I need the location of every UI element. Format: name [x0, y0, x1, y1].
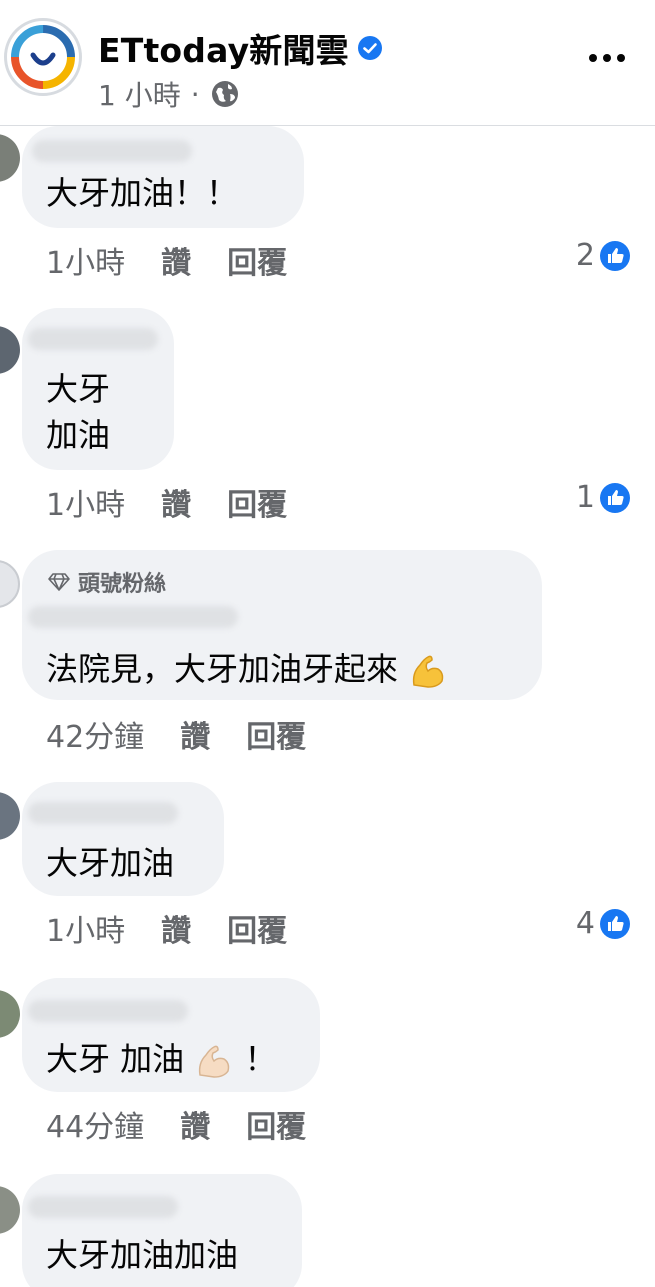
reaction-number: 1: [575, 480, 595, 515]
comment-text: 大牙 加油: [46, 1040, 185, 1078]
comment-bubble: 頭號粉絲 法院見，大牙加油牙起來: [22, 550, 542, 700]
top-fan-badge: 頭號粉絲: [48, 566, 166, 598]
like-button[interactable]: 讚: [161, 480, 191, 524]
comment-item: 大牙 加油 1小時 讚 回覆 1: [0, 308, 655, 528]
comment-bubble: 大牙加油: [22, 782, 224, 896]
comment-actions: 44分鐘 讚 回覆: [46, 1102, 306, 1146]
page-name-text[interactable]: ETtoday新聞雲: [98, 24, 349, 72]
post-meta: 1 小時 ·: [98, 74, 240, 114]
like-button[interactable]: 讚: [180, 1102, 210, 1146]
reply-button[interactable]: 回覆: [246, 1102, 306, 1146]
comment-item: 大牙加油！！ 1小時 讚 回覆 2: [0, 126, 655, 296]
reply-button[interactable]: 回覆: [246, 712, 306, 756]
comment-actions: 1小時 讚 回覆: [46, 906, 287, 950]
like-button[interactable]: 讚: [161, 906, 191, 950]
commenter-avatar[interactable]: [0, 792, 20, 840]
comment-time[interactable]: 44分鐘: [46, 1102, 144, 1146]
comment-time[interactable]: 1小時: [46, 906, 125, 950]
comment-text-row: 法院見，大牙加油牙起來: [46, 646, 448, 692]
reply-button[interactable]: 回覆: [227, 480, 287, 524]
reaction-number: 4: [575, 906, 595, 941]
comment-text: 大牙加油！！: [46, 174, 239, 212]
reaction-number: 2: [575, 238, 595, 273]
post-header: ETtoday新聞雲 1 小時 ·: [0, 0, 655, 126]
commenter-name-redacted[interactable]: [28, 1196, 178, 1218]
comment-item: 大牙加油加油: [0, 1174, 655, 1287]
reaction-count[interactable]: 1: [576, 480, 631, 515]
badge-label: 頭號粉絲: [78, 572, 167, 597]
post-time[interactable]: 1 小時: [98, 74, 181, 114]
comment-time[interactable]: 1小時: [46, 480, 125, 524]
dot-icon: [603, 54, 611, 62]
commenter-avatar[interactable]: [0, 1186, 20, 1234]
comment-text-suffix: ！: [244, 1040, 277, 1078]
reaction-count[interactable]: 2: [576, 238, 631, 273]
comment-item: 大牙 加油 ！ 44分鐘 讚 回覆: [0, 978, 655, 1158]
commenter-avatar[interactable]: [0, 326, 20, 374]
comment-text: 法院見，大牙加油牙起來: [46, 650, 399, 688]
comment-bubble: 大牙加油！！: [22, 126, 304, 228]
page-avatar[interactable]: [4, 18, 82, 96]
comment-item: 大牙加油 1小時 讚 回覆 4: [0, 782, 655, 962]
more-options-button[interactable]: [589, 54, 625, 62]
commenter-name-redacted[interactable]: [28, 802, 178, 824]
comment-time[interactable]: 42分鐘: [46, 712, 144, 756]
like-reaction-icon: [600, 908, 630, 939]
commenter-avatar[interactable]: [0, 560, 20, 608]
comment-actions: 1小時 讚 回覆: [46, 238, 287, 282]
commenter-avatar[interactable]: [0, 134, 20, 182]
comment-time[interactable]: 1小時: [46, 238, 125, 282]
separator-dot: ·: [190, 77, 200, 111]
comment-actions: 42分鐘 讚 回覆: [46, 712, 306, 756]
flexed-biceps-emoji-icon: [413, 655, 444, 688]
reply-button[interactable]: 回覆: [227, 906, 287, 950]
commenter-name-redacted[interactable]: [32, 140, 192, 162]
comment-bubble: 大牙加油加油: [22, 1174, 302, 1287]
comment-actions: 1小時 讚 回覆: [46, 480, 287, 524]
like-button[interactable]: 讚: [180, 712, 210, 756]
like-reaction-icon: [600, 482, 630, 513]
dot-icon: [617, 54, 625, 62]
comment-item: 頭號粉絲 法院見，大牙加油牙起來 42分鐘 讚 回覆: [0, 550, 655, 760]
commenter-name-redacted[interactable]: [28, 328, 158, 350]
reply-button[interactable]: 回覆: [227, 238, 287, 282]
dot-icon: [589, 54, 597, 62]
comment-text: 大牙加油加油: [46, 1236, 239, 1274]
comment-bubble: 大牙 加油: [22, 308, 174, 470]
flexed-biceps-emoji-icon: [199, 1045, 230, 1078]
verified-badge-icon: [357, 36, 382, 60]
like-reaction-icon: [600, 240, 630, 271]
commenter-name-redacted[interactable]: [28, 606, 238, 628]
reaction-count[interactable]: 4: [576, 906, 631, 941]
comment-text-row: 大牙 加油 ！: [46, 1036, 277, 1082]
ettoday-logo-icon: [11, 25, 75, 89]
commenter-name-redacted[interactable]: [28, 1000, 188, 1022]
globe-icon: [211, 81, 238, 107]
comment-text: 大牙加油: [46, 844, 175, 882]
comment-text-line-2: 加油: [46, 416, 111, 454]
like-button[interactable]: 讚: [161, 238, 191, 282]
comment-text-line-1: 大牙: [46, 370, 111, 408]
page-name[interactable]: ETtoday新聞雲: [98, 24, 383, 72]
commenter-avatar[interactable]: [0, 990, 20, 1038]
diamond-icon: [48, 573, 70, 591]
comment-bubble: 大牙 加油 ！: [22, 978, 320, 1092]
